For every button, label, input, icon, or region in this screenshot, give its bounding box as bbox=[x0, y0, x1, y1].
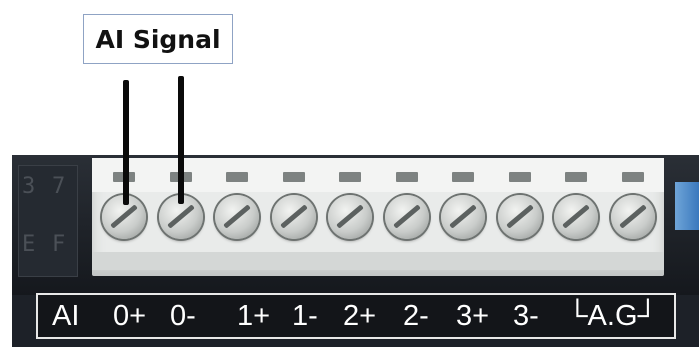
terminal-label-1-plus: 1+ bbox=[237, 300, 271, 332]
terminal-label-analog-ground: └A.G┘ bbox=[567, 300, 659, 332]
terminal-label-3-minus: 3- bbox=[513, 300, 539, 332]
ghost-digit: 3 bbox=[22, 174, 36, 199]
ghost-digit: 7 bbox=[52, 174, 66, 199]
ai-signal-callout: AI Signal bbox=[83, 14, 233, 64]
terminal-screw bbox=[384, 195, 429, 239]
wire-entry-slot bbox=[395, 172, 418, 182]
terminal-screw bbox=[215, 195, 259, 239]
terminal-label-3-plus: 3+ bbox=[456, 300, 490, 332]
blue-connector-tab bbox=[675, 182, 699, 230]
wire-entry-slot bbox=[226, 172, 248, 182]
terminal-screw bbox=[271, 195, 316, 239]
terminal-label-1-minus: 1- bbox=[292, 300, 318, 332]
terminal-label-0-minus: 0- bbox=[170, 300, 196, 332]
wire-entry-slot bbox=[282, 172, 305, 182]
terminal-screw bbox=[554, 195, 598, 239]
ai-wire-0-minus bbox=[178, 76, 184, 204]
terminal-screw bbox=[441, 195, 485, 239]
wire-entry-slot bbox=[339, 172, 361, 182]
terminal-label-ai: AI bbox=[52, 300, 80, 332]
ghost-digit: E bbox=[22, 232, 36, 257]
wire-entry-slot bbox=[452, 172, 474, 182]
terminal-label-2-minus: 2- bbox=[403, 300, 429, 332]
wire-entry-slot bbox=[508, 172, 531, 182]
terminal-label-0-plus: 0+ bbox=[113, 300, 147, 332]
wire-entry-slot bbox=[565, 172, 587, 182]
terminal-screw bbox=[610, 195, 655, 239]
terminal-screw bbox=[328, 195, 372, 239]
terminal-screw bbox=[497, 195, 542, 239]
terminal-label-2-plus: 2+ bbox=[343, 300, 377, 332]
ai-wire-0-plus bbox=[123, 80, 129, 205]
wire-entry-slot bbox=[621, 172, 644, 182]
ghost-digit: F bbox=[52, 232, 66, 257]
terminal-block-bottom bbox=[92, 252, 664, 270]
